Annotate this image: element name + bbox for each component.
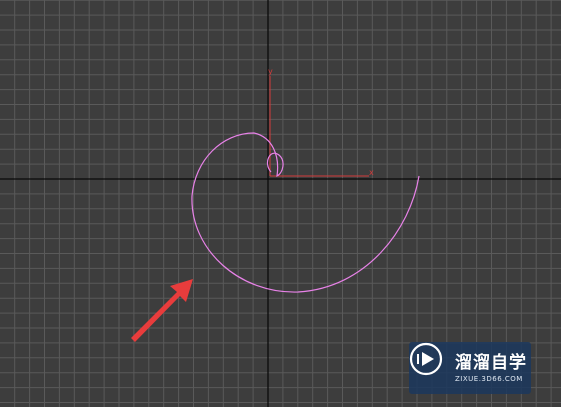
- watermark-title: 溜溜自学: [455, 353, 527, 373]
- 3d-viewport[interactable]: y x 溜溜自学 ZIXUE.3D66.COM: [0, 0, 561, 407]
- transform-gizmo[interactable]: y x: [268, 67, 374, 177]
- watermark-url: ZIXUE.3D66.COM: [455, 375, 523, 383]
- gizmo-x-label: x: [369, 168, 374, 177]
- play-icon: [409, 342, 443, 376]
- red-arrow-icon: [131, 279, 193, 342]
- gizmo-y-label: y: [268, 67, 273, 76]
- watermark-badge: 溜溜自学 ZIXUE.3D66.COM: [409, 342, 531, 394]
